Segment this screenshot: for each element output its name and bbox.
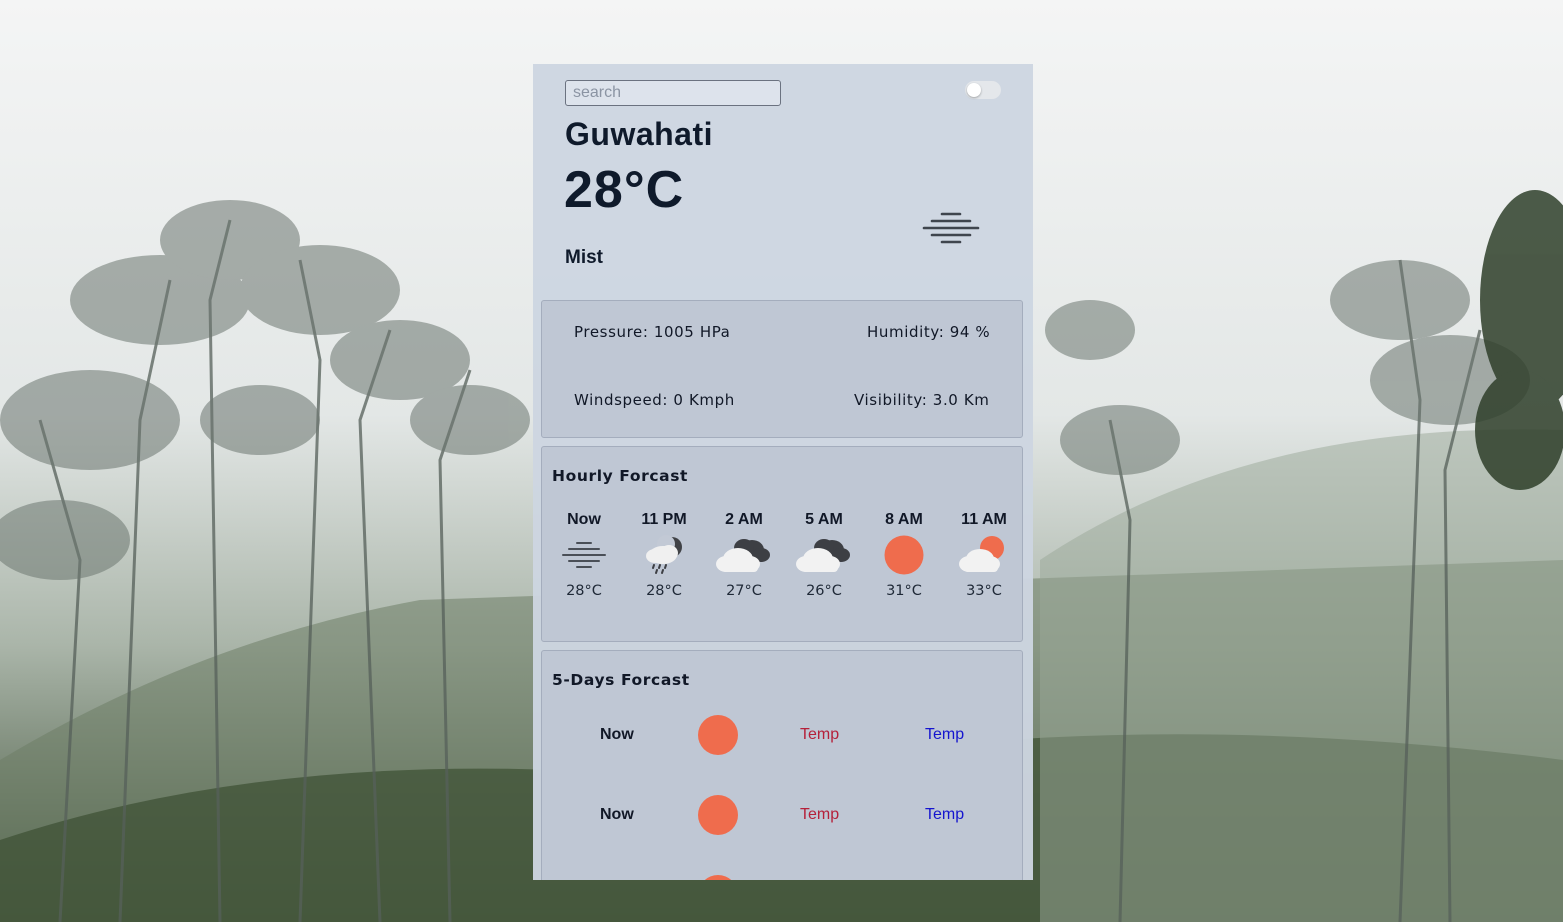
min-temp: Temp <box>925 806 965 823</box>
pressure-value: Pressure: 1005 HPa <box>574 323 731 341</box>
broken-clouds-icon <box>716 539 770 572</box>
hour-label: Now <box>567 511 601 528</box>
sun-icon <box>884 535 924 575</box>
hourly-item: 5 AM 26°C <box>788 511 860 599</box>
hour-temp: 28°C <box>566 583 602 599</box>
hourly-forecast-panel: Hourly Forcast Now 28°C 11 PM 28°C 2 AM … <box>541 446 1023 642</box>
hourly-forecast-title: Hourly Forcast <box>552 467 689 485</box>
mist-icon <box>562 542 606 568</box>
hour-label: 5 AM <box>805 511 843 528</box>
max-temp: Temp <box>800 726 840 743</box>
hour-label: 8 AM <box>885 511 923 528</box>
weather-condition: Mist <box>565 247 603 268</box>
forecast-day-row-partial <box>542 875 1024 880</box>
five-day-forecast-title: 5-Days Forcast <box>552 671 690 689</box>
forecast-day-row: Now Temp Temp <box>542 795 1024 835</box>
theme-toggle[interactable] <box>965 81 1001 99</box>
night-rain-icon <box>646 535 682 574</box>
sun-behind-cloud-icon <box>959 536 1004 572</box>
city-name: Guwahati <box>565 116 714 152</box>
five-day-forecast-panel: 5-Days Forcast Now Temp Temp Now Temp Te… <box>541 650 1023 880</box>
hourly-item: 2 AM 27°C <box>708 511 780 599</box>
hour-temp: 31°C <box>886 583 922 599</box>
hour-label: 11 AM <box>961 511 1007 528</box>
hourly-item: Now 28°C <box>548 511 620 599</box>
hour-label: 11 PM <box>641 511 687 528</box>
broken-clouds-icon <box>796 539 850 572</box>
details-panel: Pressure: 1005 HPa Humidity: 94 % Windsp… <box>541 300 1023 438</box>
sun-icon <box>698 715 738 755</box>
hourly-item: 11 AM 33°C <box>948 511 1020 599</box>
min-temp: Temp <box>925 726 965 743</box>
hourly-item: 8 AM 31°C <box>868 511 940 599</box>
max-temp: Temp <box>800 806 840 823</box>
visibility-value: Visibility: 3.0 Km <box>854 391 990 409</box>
weather-card: Guwahati 28°C Mist Pressure: 1005 HPa Hu… <box>533 64 1033 880</box>
search-input[interactable] <box>565 80 781 106</box>
hour-temp: 28°C <box>646 583 682 599</box>
hourly-item: 11 PM 28°C <box>628 511 700 599</box>
mist-icon <box>922 212 980 244</box>
hour-label: 2 AM <box>725 511 763 528</box>
hour-temp: 26°C <box>806 583 842 599</box>
windspeed-value: Windspeed: 0 Kmph <box>574 391 735 409</box>
toggle-knob <box>967 83 981 97</box>
hour-temp: 27°C <box>726 583 762 599</box>
day-label: Now <box>600 726 634 743</box>
day-label: Now <box>600 806 634 823</box>
current-temperature: 28°C <box>564 161 685 219</box>
humidity-value: Humidity: 94 % <box>867 323 991 341</box>
sun-icon <box>698 875 738 880</box>
forecast-day-row: Now Temp Temp <box>542 715 1024 755</box>
sun-icon <box>698 795 738 835</box>
hour-temp: 33°C <box>966 583 1002 599</box>
